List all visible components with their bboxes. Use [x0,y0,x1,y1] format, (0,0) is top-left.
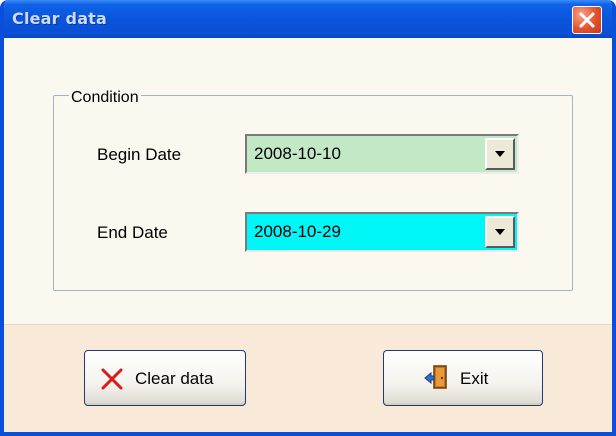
chevron-down-icon [495,229,505,235]
exit-door-icon [424,365,447,389]
begin-date-label: Begin Date [97,145,182,164]
end-date-dropdown[interactable]: 2008-10-29 [245,212,519,252]
end-date-dropdown-button[interactable] [485,216,515,248]
begin-date-value: 2008-10-10 [254,144,341,163]
end-date-value: 2008-10-29 [254,222,341,241]
close-button[interactable] [572,6,602,34]
condition-groupbox [53,95,573,291]
window-title: Clear data [12,9,108,28]
condition-legend: Condition [69,88,141,108]
clear-data-button-label: Clear data [135,369,214,388]
title-bar[interactable]: Clear data [4,0,612,38]
exit-button[interactable]: Exit [383,350,543,406]
x-icon [101,368,123,390]
clear-data-button[interactable]: Clear data [84,350,246,406]
begin-date-dropdown[interactable]: 2008-10-10 [245,134,519,174]
exit-button-label: Exit [460,369,489,388]
close-icon [579,12,595,28]
chevron-down-icon [495,151,505,157]
end-date-label: End Date [97,223,168,242]
clear-data-window: Clear data Condition Begin Date 2008-10-… [0,0,616,436]
begin-date-dropdown-button[interactable] [485,138,515,170]
